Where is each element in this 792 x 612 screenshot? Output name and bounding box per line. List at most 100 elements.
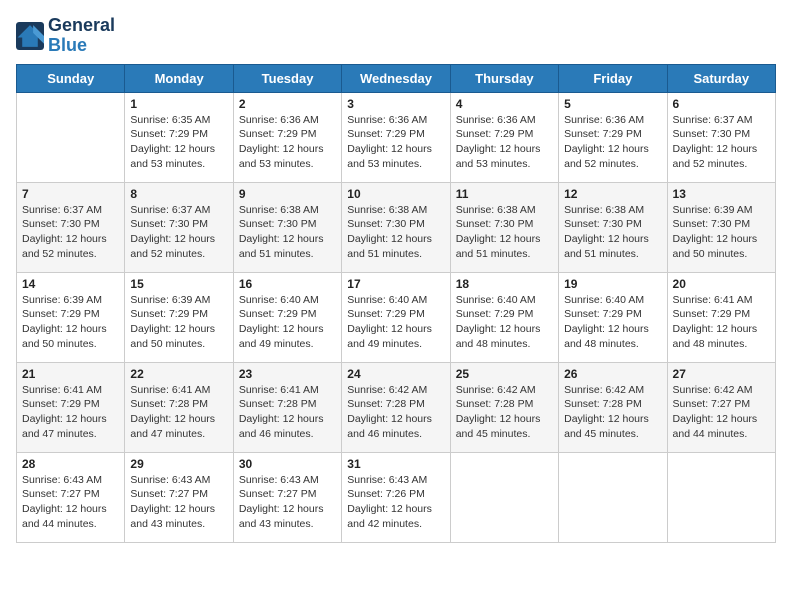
day-info: Sunrise: 6:36 AMSunset: 7:29 PMDaylight:… bbox=[347, 113, 444, 172]
calendar-cell: 28 Sunrise: 6:43 AMSunset: 7:27 PMDayligh… bbox=[17, 452, 125, 542]
day-number: 7 bbox=[22, 187, 119, 201]
calendar-cell: 18 Sunrise: 6:40 AMSunset: 7:29 PMDayligh… bbox=[450, 272, 558, 362]
day-info: Sunrise: 6:40 AMSunset: 7:29 PMDaylight:… bbox=[564, 293, 661, 352]
day-info: Sunrise: 6:40 AMSunset: 7:29 PMDaylight:… bbox=[456, 293, 553, 352]
calendar-cell: 21 Sunrise: 6:41 AMSunset: 7:29 PMDayligh… bbox=[17, 362, 125, 452]
calendar-cell: 3 Sunrise: 6:36 AMSunset: 7:29 PMDaylight… bbox=[342, 92, 450, 182]
day-info: Sunrise: 6:42 AMSunset: 7:28 PMDaylight:… bbox=[564, 383, 661, 442]
day-number: 6 bbox=[673, 97, 770, 111]
day-number: 21 bbox=[22, 367, 119, 381]
day-info: Sunrise: 6:40 AMSunset: 7:29 PMDaylight:… bbox=[347, 293, 444, 352]
logo-icon bbox=[16, 22, 44, 50]
calendar-cell: 31 Sunrise: 6:43 AMSunset: 7:26 PMDayligh… bbox=[342, 452, 450, 542]
logo: General Blue bbox=[16, 16, 115, 56]
calendar-cell: 17 Sunrise: 6:40 AMSunset: 7:29 PMDayligh… bbox=[342, 272, 450, 362]
calendar-cell: 29Sunrise: 6:43 AMSunset: 7:27 PMDayligh… bbox=[125, 452, 233, 542]
day-info: Sunrise: 6:38 AMSunset: 7:30 PMDaylight:… bbox=[456, 203, 553, 262]
calendar-cell: 23 Sunrise: 6:41 AMSunset: 7:28 PMDayligh… bbox=[233, 362, 341, 452]
calendar-cell: 6 Sunrise: 6:37 AMSunset: 7:30 PMDaylight… bbox=[667, 92, 775, 182]
day-info: Sunrise: 6:38 AMSunset: 7:30 PMDaylight:… bbox=[564, 203, 661, 262]
calendar-cell: 4 Sunrise: 6:36 AMSunset: 7:29 PMDaylight… bbox=[450, 92, 558, 182]
day-info: Sunrise: 6:42 AMSunset: 7:28 PMDaylight:… bbox=[347, 383, 444, 442]
day-number: 31 bbox=[347, 457, 444, 471]
logo-text: General Blue bbox=[48, 16, 115, 56]
calendar-cell: 15 Sunrise: 6:39 AMSunset: 7:29 PMDayligh… bbox=[125, 272, 233, 362]
day-info: Sunrise: 6:41 AMSunset: 7:29 PMDaylight:… bbox=[22, 383, 119, 442]
calendar-cell: 12 Sunrise: 6:38 AMSunset: 7:30 PMDayligh… bbox=[559, 182, 667, 272]
calendar-cell: 8 Sunrise: 6:37 AMSunset: 7:30 PMDaylight… bbox=[125, 182, 233, 272]
day-number: 18 bbox=[456, 277, 553, 291]
day-info: Sunrise: 6:43 AMSunset: 7:26 PMDaylight:… bbox=[347, 473, 444, 532]
day-number: 11 bbox=[456, 187, 553, 201]
calendar-cell: 5 Sunrise: 6:36 AMSunset: 7:29 PMDaylight… bbox=[559, 92, 667, 182]
day-info: Sunrise: 6:42 AMSunset: 7:28 PMDaylight:… bbox=[456, 383, 553, 442]
calendar-cell: 20Sunrise: 6:41 AMSunset: 7:29 PMDayligh… bbox=[667, 272, 775, 362]
calendar-cell: 27 Sunrise: 6:42 AMSunset: 7:27 PMDayligh… bbox=[667, 362, 775, 452]
day-info: Sunrise: 6:41 AMSunset: 7:28 PMDaylight:… bbox=[130, 383, 227, 442]
calendar-cell: 19 Sunrise: 6:40 AMSunset: 7:29 PMDayligh… bbox=[559, 272, 667, 362]
day-number: 22 bbox=[130, 367, 227, 381]
day-number: 4 bbox=[456, 97, 553, 111]
calendar-cell: 14Sunrise: 6:39 AMSunset: 7:29 PMDayligh… bbox=[17, 272, 125, 362]
day-info: Sunrise: 6:43 AMSunset: 7:27 PMDaylight:… bbox=[22, 473, 119, 532]
calendar-week-4: 21 Sunrise: 6:41 AMSunset: 7:29 PMDayligh… bbox=[17, 362, 776, 452]
day-number: 26 bbox=[564, 367, 661, 381]
calendar-week-5: 28 Sunrise: 6:43 AMSunset: 7:27 PMDayligh… bbox=[17, 452, 776, 542]
day-info: Sunrise: 6:36 AMSunset: 7:29 PMDaylight:… bbox=[564, 113, 661, 172]
day-info: Sunrise: 6:43 AMSunset: 7:27 PMDaylight:… bbox=[130, 473, 227, 532]
day-info: Sunrise: 6:42 AMSunset: 7:27 PMDaylight:… bbox=[673, 383, 770, 442]
calendar-table: SundayMondayTuesdayWednesdayThursdayFrid… bbox=[16, 64, 776, 543]
calendar-header-tuesday: Tuesday bbox=[233, 64, 341, 92]
calendar-header-monday: Monday bbox=[125, 64, 233, 92]
day-info: Sunrise: 6:43 AMSunset: 7:27 PMDaylight:… bbox=[239, 473, 336, 532]
calendar-cell bbox=[667, 452, 775, 542]
calendar-header-thursday: Thursday bbox=[450, 64, 558, 92]
calendar-week-1: 1 Sunrise: 6:35 AMSunset: 7:29 PMDaylight… bbox=[17, 92, 776, 182]
calendar-week-3: 14Sunrise: 6:39 AMSunset: 7:29 PMDayligh… bbox=[17, 272, 776, 362]
day-number: 5 bbox=[564, 97, 661, 111]
day-number: 12 bbox=[564, 187, 661, 201]
day-info: Sunrise: 6:35 AMSunset: 7:29 PMDaylight:… bbox=[130, 113, 227, 172]
day-info: Sunrise: 6:37 AMSunset: 7:30 PMDaylight:… bbox=[22, 203, 119, 262]
calendar-cell: 22 Sunrise: 6:41 AMSunset: 7:28 PMDayligh… bbox=[125, 362, 233, 452]
calendar-cell: 25Sunrise: 6:42 AMSunset: 7:28 PMDayligh… bbox=[450, 362, 558, 452]
day-info: Sunrise: 6:38 AMSunset: 7:30 PMDaylight:… bbox=[347, 203, 444, 262]
day-number: 13 bbox=[673, 187, 770, 201]
day-number: 8 bbox=[130, 187, 227, 201]
calendar-cell bbox=[559, 452, 667, 542]
calendar-cell: 11 Sunrise: 6:38 AMSunset: 7:30 PMDayligh… bbox=[450, 182, 558, 272]
day-number: 17 bbox=[347, 277, 444, 291]
day-number: 24 bbox=[347, 367, 444, 381]
day-info: Sunrise: 6:41 AMSunset: 7:28 PMDaylight:… bbox=[239, 383, 336, 442]
calendar-week-2: 7 Sunrise: 6:37 AMSunset: 7:30 PMDaylight… bbox=[17, 182, 776, 272]
day-info: Sunrise: 6:39 AMSunset: 7:29 PMDaylight:… bbox=[22, 293, 119, 352]
day-number: 20 bbox=[673, 277, 770, 291]
day-number: 27 bbox=[673, 367, 770, 381]
day-info: Sunrise: 6:37 AMSunset: 7:30 PMDaylight:… bbox=[673, 113, 770, 172]
day-number: 15 bbox=[130, 277, 227, 291]
calendar-cell: 13 Sunrise: 6:39 AMSunset: 7:30 PMDayligh… bbox=[667, 182, 775, 272]
calendar-header-friday: Friday bbox=[559, 64, 667, 92]
calendar-cell: 24 Sunrise: 6:42 AMSunset: 7:28 PMDayligh… bbox=[342, 362, 450, 452]
day-number: 28 bbox=[22, 457, 119, 471]
day-info: Sunrise: 6:38 AMSunset: 7:30 PMDaylight:… bbox=[239, 203, 336, 262]
day-number: 1 bbox=[130, 97, 227, 111]
calendar-cell: 9 Sunrise: 6:38 AMSunset: 7:30 PMDaylight… bbox=[233, 182, 341, 272]
day-info: Sunrise: 6:40 AMSunset: 7:29 PMDaylight:… bbox=[239, 293, 336, 352]
calendar-cell: 10 Sunrise: 6:38 AMSunset: 7:30 PMDayligh… bbox=[342, 182, 450, 272]
day-info: Sunrise: 6:39 AMSunset: 7:30 PMDaylight:… bbox=[673, 203, 770, 262]
day-number: 23 bbox=[239, 367, 336, 381]
day-info: Sunrise: 6:39 AMSunset: 7:29 PMDaylight:… bbox=[130, 293, 227, 352]
day-number: 30 bbox=[239, 457, 336, 471]
day-info: Sunrise: 6:36 AMSunset: 7:29 PMDaylight:… bbox=[456, 113, 553, 172]
calendar-header-sunday: Sunday bbox=[17, 64, 125, 92]
calendar-cell: 26 Sunrise: 6:42 AMSunset: 7:28 PMDayligh… bbox=[559, 362, 667, 452]
day-number: 3 bbox=[347, 97, 444, 111]
calendar-header-saturday: Saturday bbox=[667, 64, 775, 92]
day-number: 10 bbox=[347, 187, 444, 201]
day-number: 19 bbox=[564, 277, 661, 291]
day-number: 16 bbox=[239, 277, 336, 291]
day-number: 9 bbox=[239, 187, 336, 201]
calendar-cell: 1 Sunrise: 6:35 AMSunset: 7:29 PMDaylight… bbox=[125, 92, 233, 182]
day-info: Sunrise: 6:37 AMSunset: 7:30 PMDaylight:… bbox=[130, 203, 227, 262]
